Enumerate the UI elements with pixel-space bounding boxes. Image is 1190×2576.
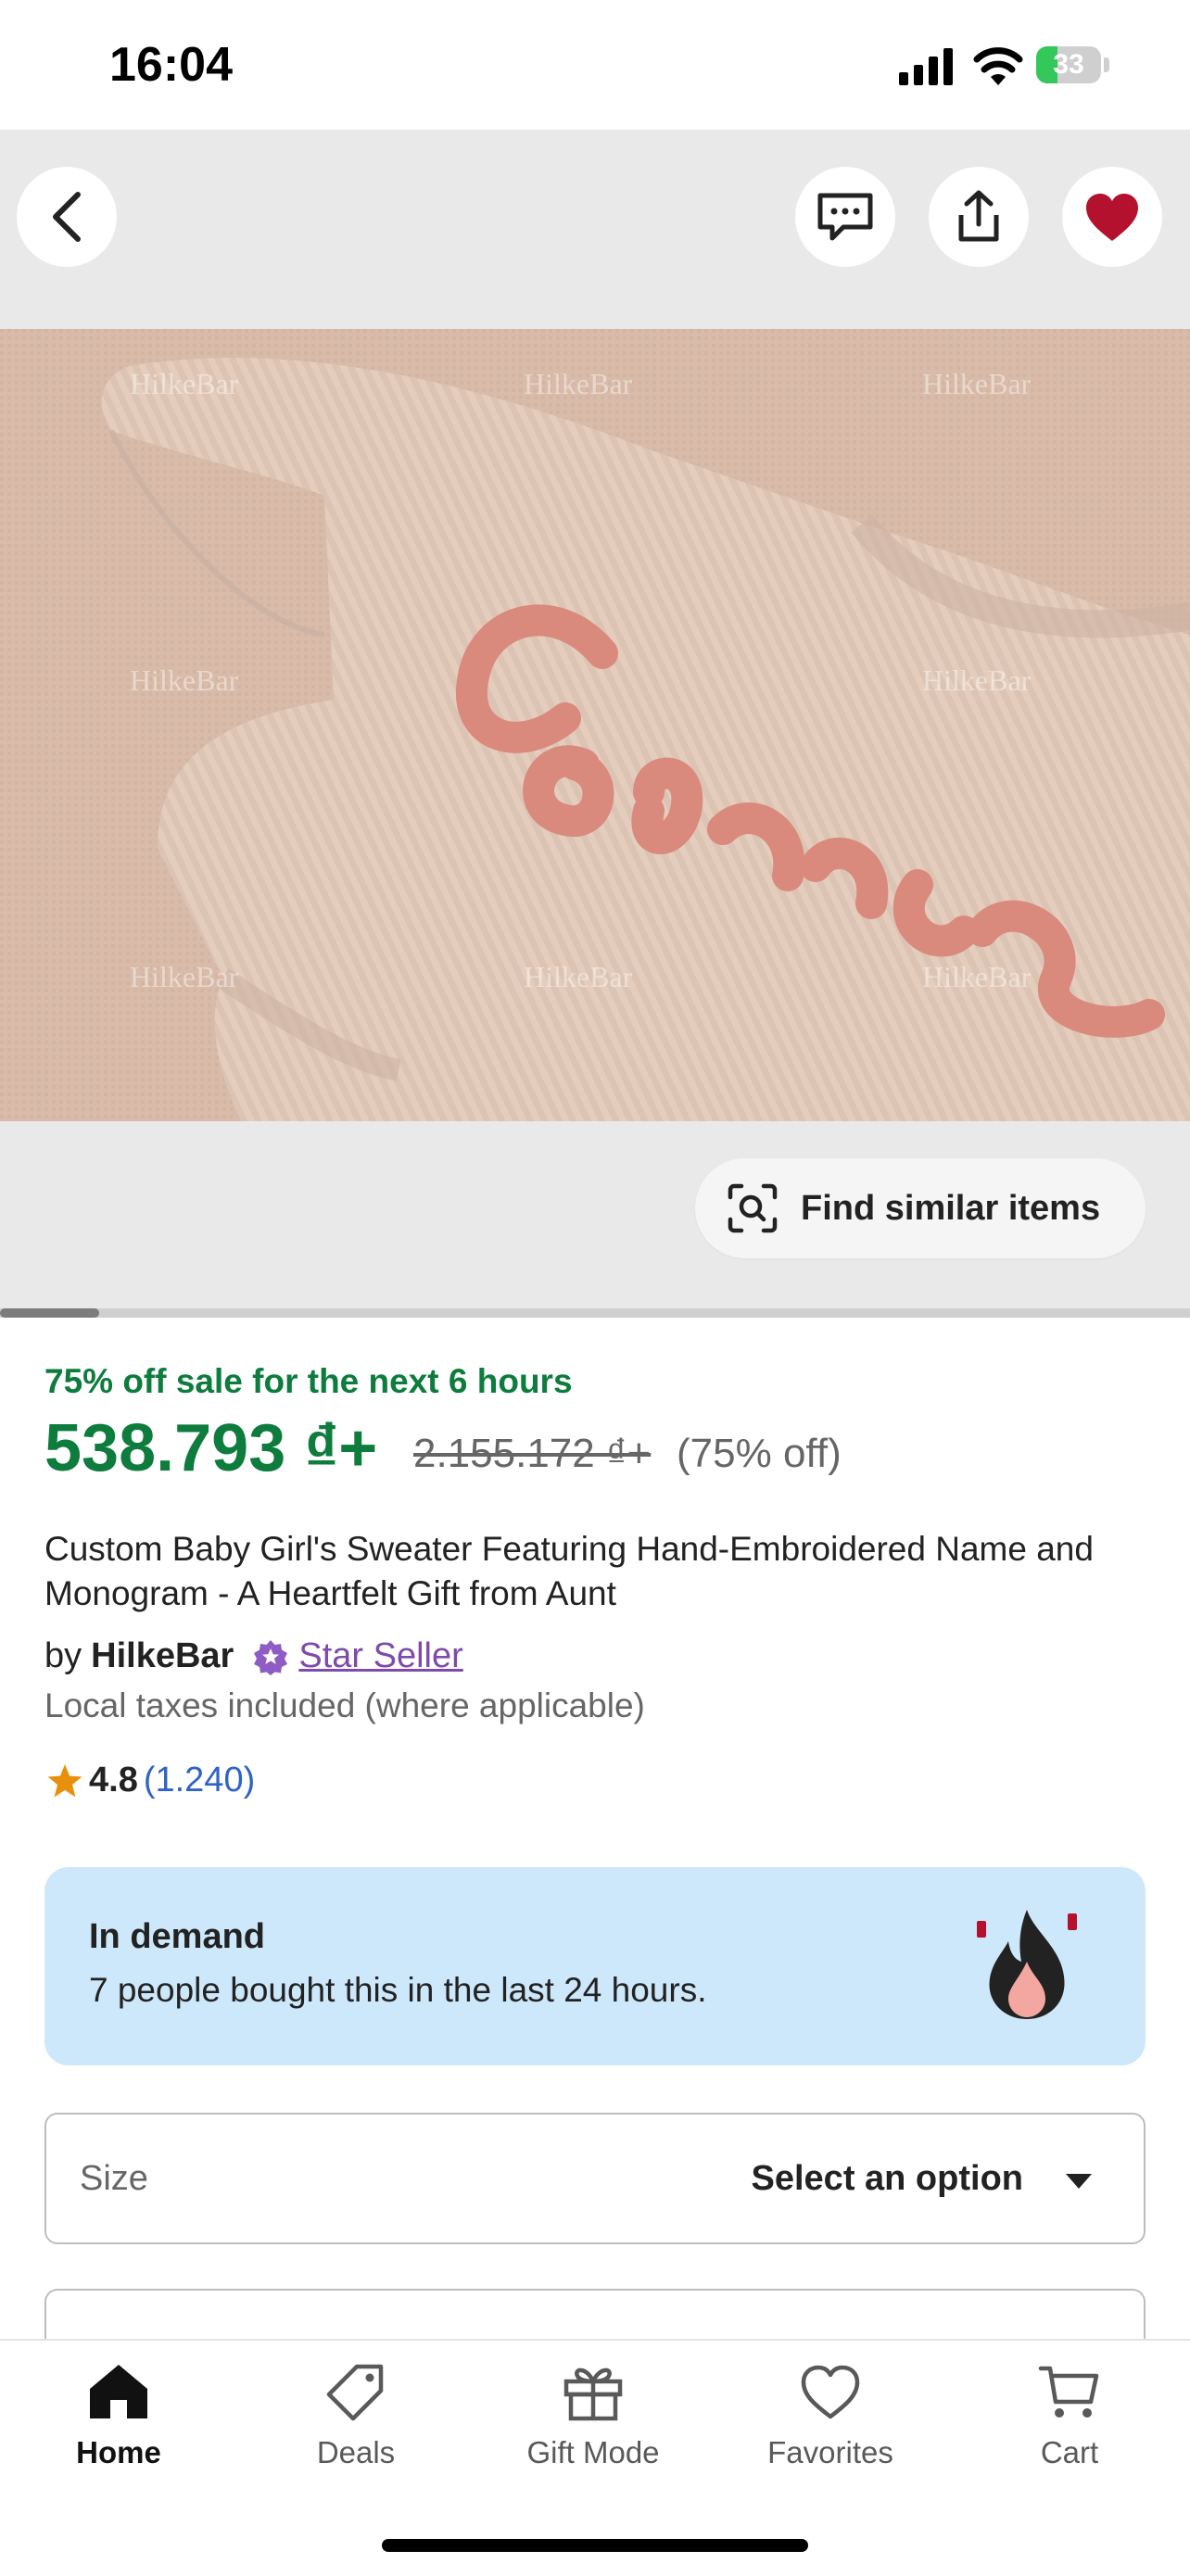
in-demand-title: In demand xyxy=(89,1917,266,1956)
size-selected-value: Select an option xyxy=(751,2159,1023,2198)
tax-note: Local taxes included (where applicable) xyxy=(44,1686,645,1724)
product-title: Custom Baby Girl's Sweater Featuring Han… xyxy=(44,1530,1094,1612)
tab-home-label: Home xyxy=(76,2435,161,2469)
heart-outline-icon xyxy=(801,2365,860,2419)
review-count-link[interactable]: (1.240) xyxy=(144,1761,255,1800)
gallery-progress-bar xyxy=(0,1308,1190,1318)
tab-cart[interactable]: Cart xyxy=(968,2361,1171,2470)
share-button[interactable] xyxy=(929,167,1029,267)
chevron-left-icon xyxy=(53,192,81,242)
wifi-icon xyxy=(973,47,1023,85)
message-seller-button[interactable] xyxy=(795,167,895,267)
cart-icon xyxy=(1038,2366,1099,2418)
find-similar-items-button[interactable]: Find similar items xyxy=(695,1158,1146,1258)
product-image[interactable]: HilkeBar HilkeBar HilkeBar HilkeBar Hilk… xyxy=(0,329,1190,1121)
share-icon xyxy=(958,190,999,242)
in-demand-text: 7 people bought this in the last 24 hour… xyxy=(89,1971,707,2009)
rating-row[interactable]: 4.8 (1.240) xyxy=(46,1761,255,1800)
watermark-text: HilkeBar xyxy=(130,367,239,400)
seller-name-link[interactable]: HilkeBar xyxy=(91,1636,234,1676)
gallery-progress-thumb xyxy=(0,1308,99,1318)
cellular-signal-icon xyxy=(899,48,953,85)
original-price: 2.155.172 ₫+ xyxy=(413,1431,652,1476)
watermark-text: HilkeBar xyxy=(922,663,1032,697)
fire-icon xyxy=(977,1910,1077,2019)
tab-gift-mode[interactable]: Gift Mode xyxy=(491,2361,695,2470)
heart-filled-icon xyxy=(1086,194,1138,241)
tab-cart-label: Cart xyxy=(1040,2435,1099,2469)
tag-icon xyxy=(326,2364,384,2421)
seller-row: by HilkeBar Star Seller xyxy=(44,1636,463,1676)
battery-percentage: 33 xyxy=(1053,49,1084,80)
battery-icon: 33 xyxy=(1036,46,1110,87)
image-gallery[interactable]: HilkeBar HilkeBar HilkeBar HilkeBar Hilk… xyxy=(0,130,1190,1318)
back-button[interactable] xyxy=(17,167,117,267)
next-option-field[interactable] xyxy=(44,2289,1146,2344)
size-select[interactable]: Size Select an option xyxy=(44,2113,1146,2244)
gift-icon xyxy=(563,2368,623,2421)
tab-deals-label: Deals xyxy=(316,2435,396,2469)
seller-by-label: by xyxy=(44,1636,82,1675)
visual-search-icon xyxy=(728,1183,778,1233)
tab-favorites[interactable]: Favorites xyxy=(728,2361,932,2470)
watermark-text: HilkeBar xyxy=(130,960,239,993)
message-icon xyxy=(817,193,873,241)
watermark-text: HilkeBar xyxy=(524,367,633,400)
home-icon xyxy=(90,2365,147,2418)
size-label: Size xyxy=(80,2159,148,2198)
tab-deals[interactable]: Deals xyxy=(254,2361,458,2470)
star-seller-link[interactable]: Star Seller xyxy=(298,1636,462,1676)
caret-down-icon xyxy=(1066,2174,1092,2189)
tab-home[interactable]: Home xyxy=(17,2361,221,2470)
sale-notice: 75% off sale for the next 6 hours xyxy=(44,1362,573,1400)
tab-gift-mode-label: Gift Mode xyxy=(526,2435,660,2469)
find-similar-label: Find similar items xyxy=(801,1188,1101,1228)
status-time: 16:04 xyxy=(109,38,233,92)
sweater-photo: HilkeBar HilkeBar HilkeBar HilkeBar Hilk… xyxy=(0,329,1190,1121)
rating-value: 4.8 xyxy=(89,1761,138,1799)
watermark-text: HilkeBar xyxy=(130,663,239,697)
favorite-button[interactable] xyxy=(1062,167,1162,267)
star-icon xyxy=(47,1763,82,1797)
status-bar: 16:04 33 xyxy=(0,0,1190,130)
watermark-text: HilkeBar xyxy=(922,367,1032,400)
in-demand-card: In demand 7 people bought this in the la… xyxy=(44,1867,1146,2065)
star-seller-badge-icon xyxy=(254,1639,288,1675)
current-price: 538.793 ₫+ xyxy=(44,1411,378,1485)
tab-favorites-label: Favorites xyxy=(767,2435,893,2469)
watermark-text: HilkeBar xyxy=(524,960,633,993)
watermark-text: HilkeBar xyxy=(922,960,1032,993)
discount-label: (75% off) xyxy=(677,1431,842,1476)
home-indicator xyxy=(382,2539,808,2552)
